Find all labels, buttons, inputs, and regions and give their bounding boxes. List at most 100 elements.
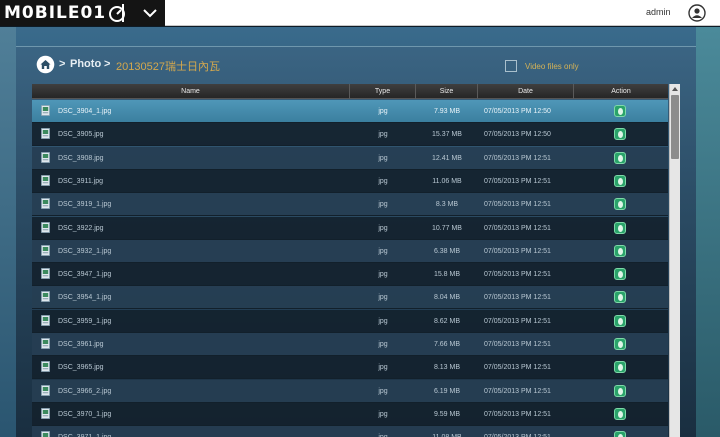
file-name: DSC_3911.jpg — [58, 177, 104, 185]
username-label[interactable]: admin — [646, 7, 671, 17]
user-icon[interactable] — [688, 4, 706, 22]
file-size: 7.93 MB — [433, 108, 461, 115]
file-date: 07/05/2013 PM 12:51 — [484, 247, 551, 255]
info-icon-glyph — [618, 341, 623, 348]
column-header-size[interactable]: Size — [416, 84, 478, 99]
home-icon[interactable] — [36, 55, 55, 74]
file-name: DSC_3966_2.jpg — [58, 387, 112, 395]
info-icon-glyph — [618, 364, 623, 372]
info-icon[interactable] — [614, 174, 626, 187]
file-name: DSC_3961.jpg — [58, 341, 104, 348]
file-name: DSC_3954_1.jpg — [58, 294, 112, 302]
file-date: 07/05/2013 PM 12:51 — [484, 364, 551, 372]
info-icon-glyph — [618, 271, 623, 279]
image-file-icon — [41, 384, 50, 396]
info-icon[interactable] — [614, 128, 626, 141]
info-icon[interactable] — [614, 151, 626, 164]
breadcrumb-separator: > — [59, 58, 66, 70]
breadcrumb-photo[interactable]: Photo — [70, 58, 101, 70]
table-row[interactable]: DSC_3905.jpg jpg 15.37 MB 07/05/2013 PM 12:… — [32, 123, 668, 147]
file-size: 6.19 MB — [433, 387, 461, 395]
scroll-up-arrow-icon[interactable] — [670, 84, 680, 94]
info-icon[interactable] — [614, 431, 626, 437]
file-type: jpg — [378, 341, 388, 348]
file-type: jpg — [378, 224, 388, 232]
info-icon[interactable] — [614, 268, 626, 281]
file-name: DSC_3947_1.jpg — [58, 271, 112, 279]
table-header: Name Type Size Date Action — [32, 84, 668, 99]
info-icon-glyph — [618, 131, 623, 139]
file-date: 07/05/2013 PM 12:51 — [484, 154, 551, 162]
scrollbar-thumb[interactable] — [671, 95, 679, 159]
file-size: 11.08 MB — [416, 426, 478, 437]
table-row[interactable]: DSC_3947_1.jpg jpg 15.8 MB 07/05/2013 PM 12… — [32, 263, 668, 287]
breadcrumb-current-folder: 20130527瑞士日內瓦 — [116, 61, 220, 73]
file-date: 07/05/2013 PM 12:51 — [484, 294, 551, 302]
video-only-checkbox[interactable] — [505, 60, 517, 72]
table-row[interactable]: DSC_3954_1.jpg jpg 8.04 MB 07/05/2013 PM 12… — [32, 286, 668, 310]
table-row[interactable]: DSC_3965.jpg jpg 8.13 MB 07/05/2013 PM 12:5… — [32, 356, 668, 380]
file-date: 07/05/2013 PM 12:51 — [484, 317, 551, 325]
table-row[interactable]: DSC_3908.jpg jpg 12.41 MB 07/05/2013 PM 12:… — [32, 146, 668, 170]
info-icon[interactable] — [614, 291, 626, 304]
file-type: jpg — [378, 108, 388, 115]
file-name: DSC_3919_1.jpg — [58, 201, 112, 209]
file-name: DSC_3904_1.jpg — [58, 108, 112, 115]
info-icon-glyph — [618, 177, 623, 185]
table-row[interactable]: DSC_3932_1.jpg jpg 6.38 MB 07/05/2013 PM 12… — [32, 239, 668, 263]
file-type: jpg — [378, 294, 388, 302]
info-icon-glyph — [618, 247, 623, 255]
table-row[interactable]: DSC_3911.jpg jpg 11.06 MB 07/05/2013 PM 12:… — [32, 169, 668, 193]
file-size: 8.3 MB — [435, 201, 459, 209]
file-type: jpg — [378, 410, 388, 418]
video-only-label[interactable]: Video files only — [525, 62, 579, 71]
info-icon[interactable] — [614, 338, 626, 350]
table-scrollbar[interactable] — [669, 84, 680, 437]
table-row[interactable]: DSC_3961.jpg jpg 7.66 MB 07/05/2013 PM 12:5… — [32, 333, 668, 356]
info-icon[interactable] — [614, 361, 626, 374]
info-icon[interactable] — [614, 384, 626, 397]
file-date: 07/05/2013 PM 12:51 — [484, 271, 551, 279]
image-file-icon — [41, 338, 50, 349]
image-file-icon — [41, 431, 50, 437]
column-header-name[interactable]: Name — [32, 84, 350, 99]
table-row[interactable]: DSC_3904_1.jpg jpg 7.93 MB 07/05/2013 PM 12… — [32, 100, 668, 123]
file-name: DSC_3908.jpg — [58, 154, 104, 162]
file-size: 8.62 MB — [433, 317, 461, 325]
file-size: 15.37 MB — [432, 131, 462, 139]
image-file-icon — [41, 268, 50, 279]
info-icon-glyph — [618, 294, 623, 302]
table-row[interactable]: DSC_3971_1.jpg jpg11.08 MB 07/05/2013 PM 1… — [32, 426, 668, 437]
file-type: jpg — [378, 271, 388, 279]
table-row[interactable]: DSC_3970_1.jpg jpg 9.59 MB 07/05/2013 PM 12… — [32, 402, 668, 426]
info-icon[interactable] — [614, 105, 626, 117]
file-name: DSC_3922.jpg — [58, 224, 104, 232]
image-file-icon — [41, 105, 50, 116]
file-type: jpg — [378, 177, 388, 185]
table-row[interactable]: DSC_3922.jpg jpg 10.77 MB 07/05/2013 PM 12:… — [32, 216, 668, 240]
file-date: 07/05/2013 PM 12:50 — [484, 131, 551, 139]
file-date: 07/05/2013 PM 12:51 — [484, 387, 551, 395]
table-row[interactable]: DSC_3919_1.jpg jpg 8.3 MB 07/05/2013 PM 12:… — [32, 193, 668, 217]
file-size: 10.77 MB — [432, 224, 462, 232]
info-icon-glyph — [618, 317, 623, 325]
file-size: 11.06 MB — [432, 177, 462, 185]
info-icon[interactable] — [614, 198, 626, 211]
info-icon[interactable] — [614, 244, 626, 257]
info-icon[interactable] — [614, 407, 626, 420]
image-file-icon — [41, 361, 50, 373]
info-icon-glyph — [618, 387, 623, 395]
column-header-date[interactable]: Date — [478, 84, 574, 99]
column-header-type[interactable]: Type — [350, 84, 416, 99]
image-file-icon — [41, 407, 50, 419]
chevron-down-icon[interactable] — [140, 4, 160, 22]
image-file-icon — [41, 314, 50, 326]
image-file-icon — [41, 151, 50, 163]
info-icon[interactable] — [614, 221, 626, 234]
file-size: 8.04 MB — [433, 294, 461, 302]
file-type: jpg — [378, 387, 388, 395]
info-icon-glyph — [618, 224, 623, 232]
info-icon[interactable] — [614, 314, 626, 327]
table-row[interactable]: DSC_3966_2.jpg jpg 6.19 MB 07/05/2013 PM 12… — [32, 379, 668, 403]
table-row[interactable]: DSC_3959_1.jpg jpg 8.62 MB 07/05/2013 PM 12… — [32, 309, 668, 333]
